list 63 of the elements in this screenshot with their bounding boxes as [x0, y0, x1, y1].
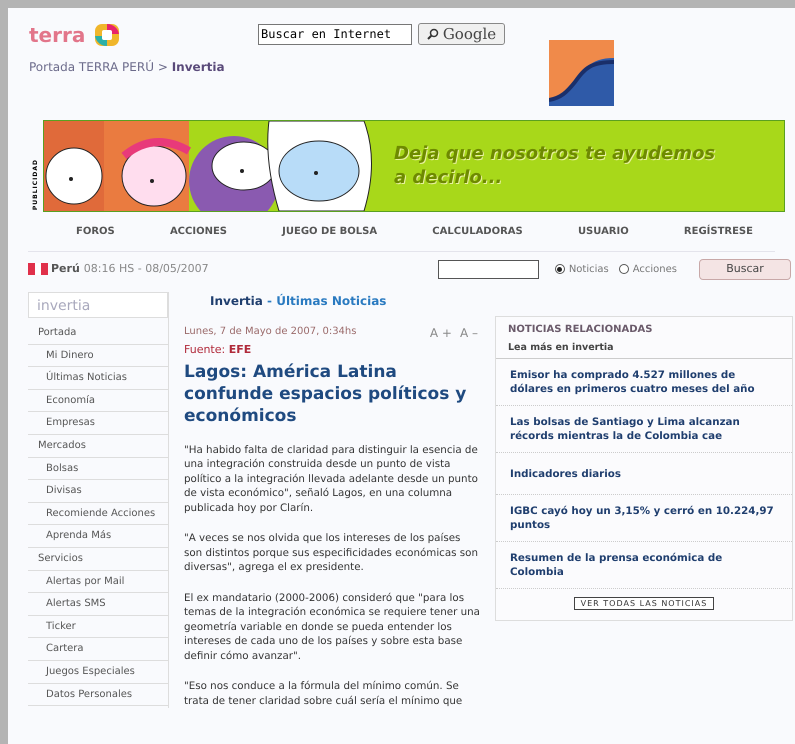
sidebar-item[interactable]: Recomiende Acciones	[28, 502, 168, 526]
sidebar-item[interactable]: Cartera	[28, 638, 168, 661]
sidebar-item[interactable]: Mi Dinero	[28, 344, 168, 368]
sidebar-item[interactable]: Ticker	[28, 616, 168, 638]
country-label: Perú	[51, 260, 80, 277]
nav-link[interactable]: ACCIONES	[170, 224, 227, 251]
article-paragraph: "Eso nos conduce a la fórmula del mínimo común. Se trata de tener claridad sobre cuál sería el mínimo que	[184, 679, 464, 708]
flag-icon	[28, 263, 48, 275]
section-separator: -	[267, 294, 272, 308]
search-field[interactable]: Buscar en Internet	[258, 24, 412, 44]
sidebar-item[interactable]: Aprenda Más	[28, 525, 168, 548]
panel-subtitle: Lea más en invertia	[496, 337, 792, 360]
source-name: EFE	[228, 343, 252, 356]
sidebar-item[interactable]: Datos Personales	[28, 684, 168, 706]
ad-text: Deja que nosotros te ayudemos	[394, 142, 716, 166]
sidebar-item[interactable]: Juegos Especiales	[28, 660, 168, 684]
nav-link[interactable]: REGÍSTRESE	[684, 224, 753, 251]
ad-text: a decirlo...	[394, 166, 504, 190]
sidebar-item[interactable]: Alertas SMS	[28, 593, 168, 616]
section-title: Últimas Noticias	[276, 294, 386, 308]
news-link[interactable]: Las bolsas de Santiago y Lima alcanzan récords mientras la de Colombia cae	[510, 415, 778, 444]
sidebar-item[interactable]: Economía	[28, 390, 168, 412]
banner-graphic	[549, 40, 614, 106]
news-link[interactable]: Emisor ha comprado 4.527 millones de dólares en primeros cuatro meses del año	[510, 368, 778, 396]
news-link[interactable]: Resumen de la prensa económica de Colombia	[510, 551, 778, 580]
source-label: Fuente:	[184, 343, 226, 356]
breadcrumb-link[interactable]: Portada TERRA PERÚ	[29, 60, 154, 74]
news-link[interactable]: IGBC cayó hoy un 3,15% y cerró en 10.224,97 puntos	[510, 504, 778, 532]
section-brand: Invertia	[210, 294, 263, 308]
logo-text: terra	[29, 25, 86, 45]
sidebar-item[interactable]: Últimas Noticias	[28, 367, 168, 390]
radio-label: Acciones	[632, 262, 677, 276]
sidebar-item[interactable]: Bolsas	[28, 458, 168, 480]
news-link[interactable]: Indicadores diarios	[510, 466, 621, 481]
search-field[interactable]	[438, 260, 539, 278]
google-search-button[interactable]: Google	[418, 23, 505, 45]
sidebar-item[interactable]: Empresas	[28, 412, 168, 435]
radio-button[interactable]	[618, 264, 629, 274]
article-date: Lunes, 7 de Mayo de 2007, 0:34hs	[184, 325, 356, 339]
nav-link[interactable]: CALCULADORAS	[432, 224, 523, 251]
sidebar-item[interactable]: Divisas	[28, 480, 168, 503]
breadcrumb-current[interactable]: Invertia	[172, 60, 225, 74]
panel-title: NOTICIAS RELACIONADAS	[507, 323, 654, 337]
article-paragraph: "Ha habido falta de claridad para distinguir la esencia de una integración construida desde un punto de vista político a la integración llevada adelante desde un punto de vista económico", señaló Lagos, en una columna publicada hoy por Clarín.	[184, 442, 479, 515]
nav-link[interactable]: JUEGO DE BOLSA	[282, 224, 378, 251]
nav-link[interactable]: USUARIO	[578, 224, 629, 251]
article-paragraph: El ex mandatario (2000-2006) consideró que "para los temas de la integración económica se requiere tener una geometría variable en donde se pueda entender los intereses de cada uno de los países y sobre esta base definir cómo avanzar".	[184, 590, 480, 663]
nav-link[interactable]: FOROS	[76, 224, 115, 251]
sidebar-item[interactable]: Mercados	[28, 434, 168, 458]
radio-button[interactable]	[554, 264, 565, 274]
search-icon	[426, 28, 439, 40]
breadcrumb-separator: >	[158, 60, 168, 74]
sidebar-item[interactable]: Servicios	[28, 548, 168, 571]
radio-label: Noticias	[568, 262, 609, 276]
article-headline: Lagos: América Latina confunde espacios políticos y económicos	[184, 360, 468, 426]
date-time: 08:16 HS - 08/05/2007	[84, 260, 209, 277]
sidebar-item[interactable]: Portada	[28, 322, 168, 345]
sidebar-item[interactable]: Alertas por Mail	[28, 570, 168, 594]
logo-icon	[93, 22, 122, 48]
view-all-news-button[interactable]: VER TODAS LAS NOTICIAS	[574, 597, 714, 610]
article-paragraph: "A veces se nos olvida que los intereses de los países son distintos porque sus especificidades económicas son diversas", agrega el ex presidente.	[184, 531, 479, 574]
search-button[interactable]: Buscar	[699, 258, 791, 280]
sidebar-title: invertia	[28, 292, 168, 318]
